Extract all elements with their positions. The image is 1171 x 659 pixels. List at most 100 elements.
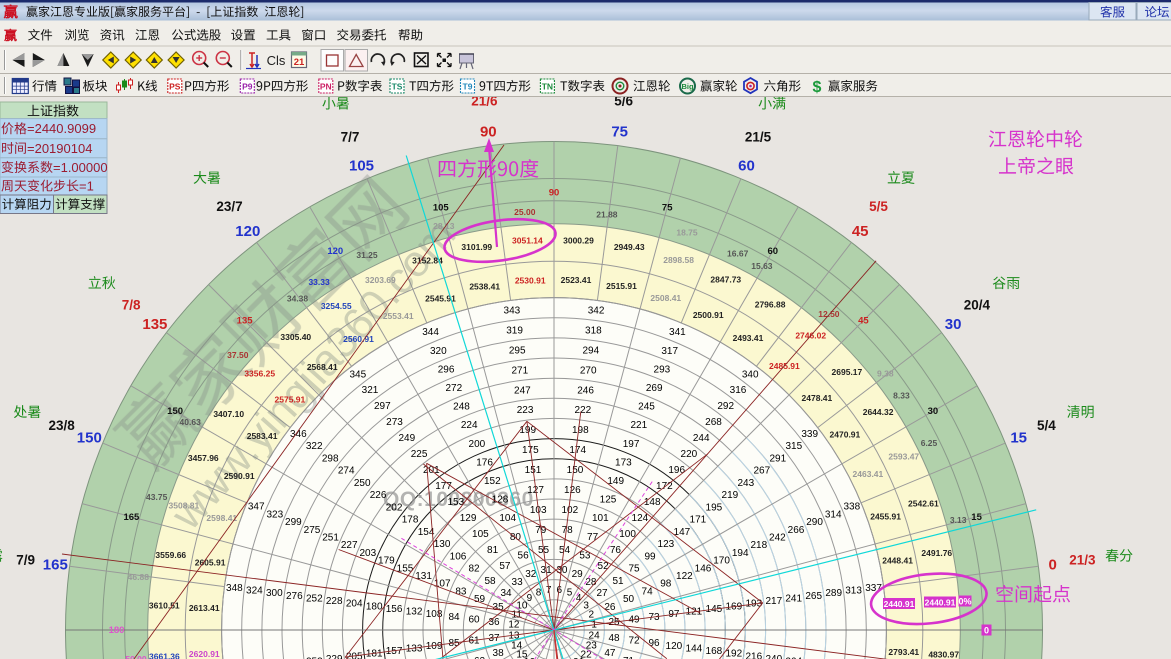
svg-text:120: 120 [327, 246, 343, 257]
svg-text:7/9: 7/9 [16, 552, 35, 567]
svg-text:2440.91: 2440.91 [884, 599, 915, 609]
svg-text:196: 196 [668, 465, 685, 476]
svg-text:347: 347 [248, 502, 265, 513]
svg-text:192: 192 [725, 649, 742, 659]
svg-text:223: 223 [517, 405, 534, 416]
svg-text:33: 33 [512, 577, 524, 588]
svg-text:268: 268 [705, 417, 722, 428]
svg-text:50: 50 [623, 594, 635, 605]
svg-text:174: 174 [569, 445, 586, 456]
svg-text:43.75: 43.75 [146, 492, 168, 502]
svg-text:105: 105 [349, 157, 374, 174]
svg-text:168: 168 [706, 646, 723, 657]
svg-text:198: 198 [572, 425, 589, 436]
svg-text:3508.81: 3508.81 [169, 500, 200, 510]
svg-text:170: 170 [713, 556, 730, 567]
svg-text:2470.91: 2470.91 [830, 430, 861, 440]
svg-text:299: 299 [285, 517, 302, 528]
svg-text:2448.41: 2448.41 [882, 556, 913, 566]
svg-text:45: 45 [852, 223, 869, 240]
svg-text:21/3: 21/3 [1069, 552, 1096, 567]
svg-text:200: 200 [469, 439, 486, 450]
svg-text:180: 180 [366, 601, 383, 612]
svg-text:289: 289 [825, 588, 842, 599]
svg-text:9.38: 9.38 [877, 369, 894, 379]
svg-text:2478.41: 2478.41 [802, 393, 833, 403]
svg-text:148: 148 [644, 497, 661, 508]
svg-text:108: 108 [426, 609, 443, 620]
svg-text:266: 266 [788, 525, 805, 536]
svg-text:106: 106 [450, 551, 467, 562]
svg-text:3.13: 3.13 [950, 515, 967, 525]
svg-text:245: 245 [638, 402, 655, 413]
svg-text:3101.99: 3101.99 [461, 242, 492, 252]
svg-text:317: 317 [661, 346, 678, 357]
svg-text:171: 171 [690, 515, 707, 526]
svg-text:15: 15 [1010, 430, 1027, 447]
svg-text:37.50: 37.50 [227, 350, 249, 360]
svg-text:2644.32: 2644.32 [863, 407, 894, 417]
svg-text:220: 220 [681, 449, 698, 460]
svg-text:130: 130 [434, 539, 451, 550]
svg-text:3356.25: 3356.25 [244, 368, 275, 378]
svg-text:2605.91: 2605.91 [195, 558, 226, 568]
svg-text:2500.91: 2500.91 [693, 310, 724, 320]
svg-text:96: 96 [648, 638, 660, 649]
svg-text:3254.55: 3254.55 [321, 301, 352, 311]
svg-text:126: 126 [564, 485, 581, 496]
svg-text:2491.76: 2491.76 [921, 548, 952, 558]
svg-text:4: 4 [576, 593, 582, 604]
svg-text:270: 270 [580, 365, 597, 376]
svg-text:16.67: 16.67 [727, 248, 749, 258]
svg-text:90: 90 [549, 188, 560, 199]
svg-text:135: 135 [237, 316, 254, 327]
svg-text:30: 30 [945, 316, 962, 333]
svg-text:2538.41: 2538.41 [469, 281, 500, 291]
svg-text:56: 56 [518, 551, 530, 562]
svg-text:146: 146 [695, 563, 712, 574]
svg-text:120: 120 [235, 223, 260, 240]
svg-text:251: 251 [322, 533, 339, 544]
svg-text:90: 90 [480, 123, 497, 140]
svg-text:292: 292 [717, 401, 734, 412]
svg-text:339: 339 [801, 429, 818, 440]
svg-text:72: 72 [628, 636, 640, 647]
svg-text:3203.69: 3203.69 [365, 275, 396, 285]
svg-text:5/5: 5/5 [869, 199, 888, 214]
svg-text:219: 219 [722, 490, 739, 501]
svg-text:2508.41: 2508.41 [650, 293, 681, 303]
svg-text:319: 319 [506, 325, 523, 336]
svg-text:265: 265 [805, 591, 822, 602]
svg-text:2613.41: 2613.41 [189, 603, 220, 613]
svg-text:57: 57 [499, 561, 511, 572]
svg-text:241: 241 [785, 593, 802, 604]
svg-text:9: 9 [527, 593, 533, 604]
svg-text:244: 244 [693, 433, 710, 444]
svg-text:120: 120 [666, 641, 683, 652]
svg-text:36: 36 [488, 617, 500, 628]
svg-text:249: 249 [398, 433, 415, 444]
svg-text:2440.91: 2440.91 [925, 597, 956, 607]
svg-text:75: 75 [628, 564, 640, 575]
svg-text:156: 156 [386, 604, 403, 615]
svg-text:295: 295 [509, 345, 526, 356]
svg-text:124: 124 [632, 513, 649, 524]
svg-text:20/4: 20/4 [964, 298, 991, 313]
svg-text:2695.17: 2695.17 [832, 367, 863, 377]
svg-text:2455.91: 2455.91 [870, 512, 901, 522]
svg-text:3559.66: 3559.66 [155, 550, 186, 560]
svg-text:275: 275 [304, 525, 321, 536]
svg-text:4830.97: 4830.97 [928, 650, 959, 659]
svg-text:218: 218 [750, 540, 767, 551]
svg-text:3457.96: 3457.96 [188, 453, 219, 463]
svg-text:PS: PS [169, 82, 181, 92]
svg-text:51: 51 [612, 576, 624, 587]
svg-text:344: 344 [422, 327, 439, 338]
svg-text:165: 165 [43, 556, 68, 573]
svg-text:3407.10: 3407.10 [213, 409, 244, 419]
svg-text:217: 217 [765, 596, 782, 607]
svg-text:2949.43: 2949.43 [614, 242, 645, 252]
svg-text:2: 2 [589, 610, 595, 621]
svg-text:229: 229 [326, 654, 343, 659]
svg-text:33.33: 33.33 [308, 277, 330, 287]
